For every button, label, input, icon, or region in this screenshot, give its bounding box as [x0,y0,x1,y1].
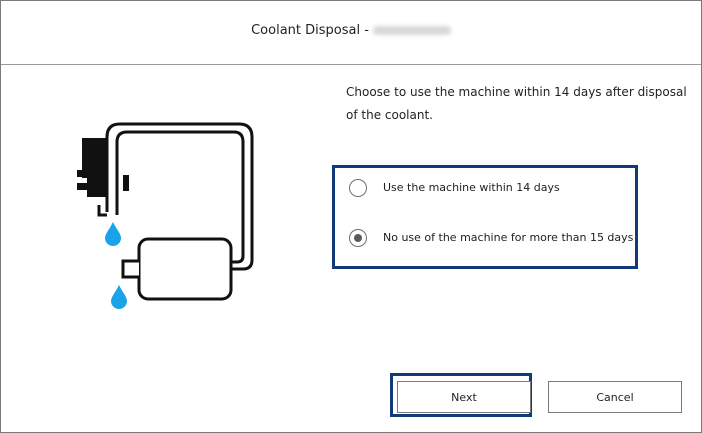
machine-head-plate-top [77,170,107,177]
pipe-clamp [123,175,129,191]
dialog-title-text: Coolant Disposal - [251,23,369,38]
option-no-use-15-days[interactable]: No use of the machine for more than 15 d… [349,229,633,251]
option-label: Use the machine within 14 days [383,181,560,194]
water-drop-icon [111,285,127,309]
radio-button-unchecked[interactable] [349,179,367,197]
redacted-machine-id [372,26,451,35]
dialog-title-bar: Coolant Disposal - [1,1,701,65]
coolant-tank [137,237,233,301]
water-drop-icon [105,222,121,246]
tank-drain-spout [121,259,139,279]
instruction-text: Choose to use the machine within 14 days… [346,85,687,122]
disposal-option-group: Use the machine within 14 days No use of… [332,165,638,269]
radio-button-checked[interactable] [349,229,367,247]
option-use-within-14-days[interactable]: Use the machine within 14 days [349,179,629,201]
coolant-disposal-dialog: Coolant Disposal - Choose to use the mac… [0,0,702,433]
coolant-tank-drain-illustration [69,117,269,317]
machine-head-lower [87,177,107,197]
option-label: No use of the machine for more than 15 d… [383,231,634,244]
cancel-button[interactable]: Cancel [548,381,682,413]
dialog-title: Coolant Disposal - [1,23,701,38]
next-button[interactable]: Next [397,381,531,413]
coolant-diagram-icon [77,122,254,309]
